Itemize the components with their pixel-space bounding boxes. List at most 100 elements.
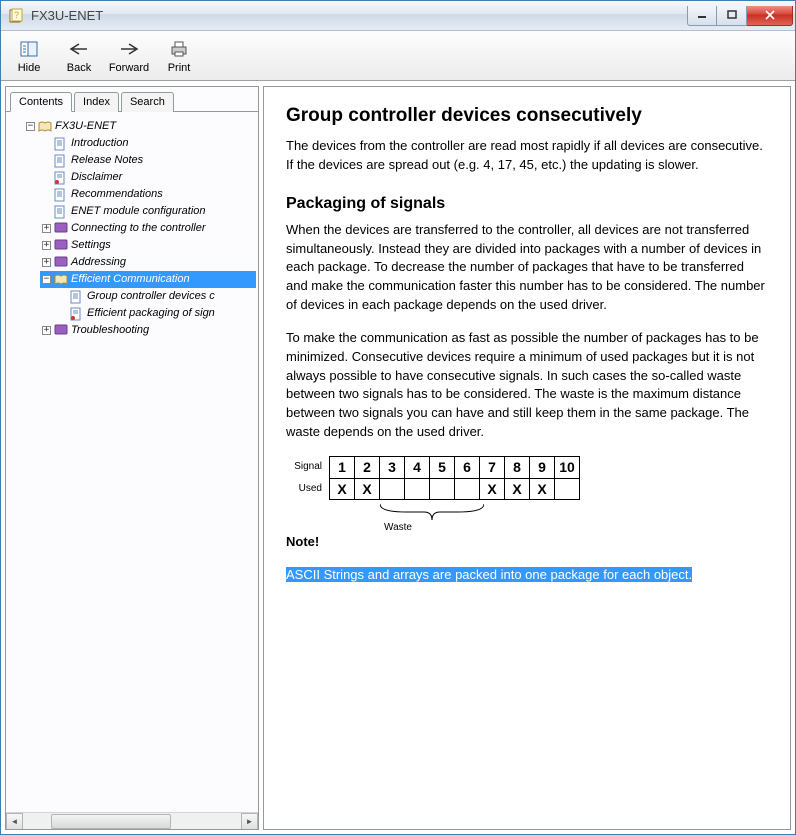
open-book-icon xyxy=(54,273,68,287)
open-book-icon xyxy=(38,120,52,134)
used-cell: X xyxy=(504,478,530,500)
help-window: ? FX3U-ENET Hide Back Forward Print xyxy=(0,0,796,835)
tree-container: − FX3U-ENET Introduction Release Notes D… xyxy=(6,112,258,829)
used-cell xyxy=(454,478,480,500)
contents-tree[interactable]: − FX3U-ENET Introduction Release Notes D… xyxy=(6,112,258,811)
page-icon xyxy=(70,290,84,304)
sidebar: Contents Index Search − FX3U-ENET xyxy=(5,86,259,830)
sidebar-tabs: Contents Index Search xyxy=(6,87,258,112)
print-label: Print xyxy=(168,62,191,74)
page-icon xyxy=(54,154,68,168)
back-button[interactable]: Back xyxy=(59,38,99,74)
signal-cell: 4 xyxy=(404,456,430,478)
signal-cell: 1 xyxy=(329,456,355,478)
used-cell xyxy=(379,478,405,500)
content-pane[interactable]: Group controller devices consecutively T… xyxy=(263,86,791,830)
packaging-paragraph-2: To make the communication as fast as pos… xyxy=(286,329,768,442)
page-new-icon xyxy=(70,307,84,321)
collapse-icon[interactable]: − xyxy=(42,275,51,284)
closed-book-icon xyxy=(54,256,68,270)
signal-cell: 7 xyxy=(479,456,505,478)
scroll-right-icon[interactable]: ► xyxy=(241,813,258,830)
close-button[interactable] xyxy=(747,6,793,26)
tab-contents[interactable]: Contents xyxy=(10,92,72,112)
signal-cell: 8 xyxy=(504,456,530,478)
signal-cell: 10 xyxy=(554,456,580,478)
note-highlighted-text: ASCII Strings and arrays are packed into… xyxy=(286,567,692,582)
signal-table: Signal 1 2 3 4 5 6 7 8 9 10 Used X X xyxy=(286,456,768,500)
tree-item-connecting[interactable]: +Connecting to the controller xyxy=(40,220,256,237)
tree-horizontal-scrollbar[interactable]: ◄ ► xyxy=(6,812,258,829)
used-cell xyxy=(404,478,430,500)
tree-item-settings[interactable]: +Settings xyxy=(40,237,256,254)
printer-icon xyxy=(169,38,189,60)
note-heading: Note! xyxy=(286,533,768,552)
forward-label: Forward xyxy=(109,62,149,74)
used-cell: X xyxy=(354,478,380,500)
collapse-icon[interactable]: − xyxy=(26,122,35,131)
back-label: Back xyxy=(67,62,91,74)
tree-item-addressing[interactable]: +Addressing xyxy=(40,254,256,271)
used-cell: X xyxy=(479,478,505,500)
svg-text:?: ? xyxy=(14,10,19,20)
titlebar[interactable]: ? FX3U-ENET xyxy=(1,1,795,31)
tree-root-label: FX3U-ENET xyxy=(55,118,116,135)
signal-row-label: Signal xyxy=(286,461,330,472)
expand-icon[interactable]: + xyxy=(42,258,51,267)
signal-cell: 3 xyxy=(379,456,405,478)
closed-book-icon xyxy=(54,222,68,236)
back-arrow-icon xyxy=(69,38,89,60)
used-cell: X xyxy=(329,478,355,500)
tree-item-introduction[interactable]: Introduction xyxy=(40,135,256,152)
page-new-icon xyxy=(54,171,68,185)
packaging-paragraph-1: When the devices are transferred to the … xyxy=(286,221,768,315)
tab-index[interactable]: Index xyxy=(74,92,119,112)
tree-item-group-controller-devices[interactable]: Group controller devices c xyxy=(56,288,256,305)
used-cell xyxy=(554,478,580,500)
tree-item-release-notes[interactable]: Release Notes xyxy=(40,152,256,169)
toolbar: Hide Back Forward Print xyxy=(1,31,795,81)
tree-item-efficient-communication[interactable]: −Efficient Communication xyxy=(40,271,256,288)
closed-book-icon xyxy=(54,239,68,253)
scroll-left-icon[interactable]: ◄ xyxy=(6,813,23,830)
used-row: Used X X X X X xyxy=(286,478,768,500)
waste-label: Waste xyxy=(348,522,448,533)
scroll-thumb[interactable] xyxy=(51,814,171,829)
hide-button[interactable]: Hide xyxy=(9,38,49,74)
page-title: Group controller devices consecutively xyxy=(286,105,768,127)
tree-item-recommendations[interactable]: Recommendations xyxy=(40,186,256,203)
tree-item-enet-config[interactable]: ENET module configuration xyxy=(40,203,256,220)
scroll-track[interactable] xyxy=(23,813,241,830)
signal-cell: 9 xyxy=(529,456,555,478)
hide-label: Hide xyxy=(18,62,41,74)
tab-search[interactable]: Search xyxy=(121,92,174,112)
closed-book-icon xyxy=(54,324,68,338)
used-cell xyxy=(429,478,455,500)
note-body: ASCII Strings and arrays are packed into… xyxy=(286,566,768,585)
body-area: Contents Index Search − FX3U-ENET xyxy=(1,81,795,834)
expand-icon[interactable]: + xyxy=(42,224,51,233)
print-button[interactable]: Print xyxy=(159,38,199,74)
intro-paragraph: The devices from the controller are read… xyxy=(286,137,768,175)
window-title: FX3U-ENET xyxy=(31,8,687,23)
waste-brace xyxy=(330,504,768,522)
minimize-button[interactable] xyxy=(687,6,717,26)
forward-arrow-icon xyxy=(119,38,139,60)
expand-icon[interactable]: + xyxy=(42,326,51,335)
signal-cell: 2 xyxy=(354,456,380,478)
page-icon xyxy=(54,137,68,151)
tree-item-disclaimer[interactable]: Disclaimer xyxy=(40,169,256,186)
page-icon xyxy=(54,205,68,219)
forward-button[interactable]: Forward xyxy=(109,38,149,74)
tree-item-troubleshooting[interactable]: +Troubleshooting xyxy=(40,322,256,339)
expand-icon[interactable]: + xyxy=(42,241,51,250)
page-icon xyxy=(54,188,68,202)
tree-item-efficient-packaging[interactable]: Efficient packaging of sign xyxy=(56,305,256,322)
maximize-button[interactable] xyxy=(717,6,747,26)
used-row-label: Used xyxy=(286,483,330,494)
tree-root[interactable]: − FX3U-ENET xyxy=(24,118,256,135)
signal-cell: 6 xyxy=(454,456,480,478)
signal-cell: 5 xyxy=(429,456,455,478)
help-app-icon: ? xyxy=(9,8,25,24)
signal-row-header: Signal 1 2 3 4 5 6 7 8 9 10 xyxy=(286,456,768,478)
